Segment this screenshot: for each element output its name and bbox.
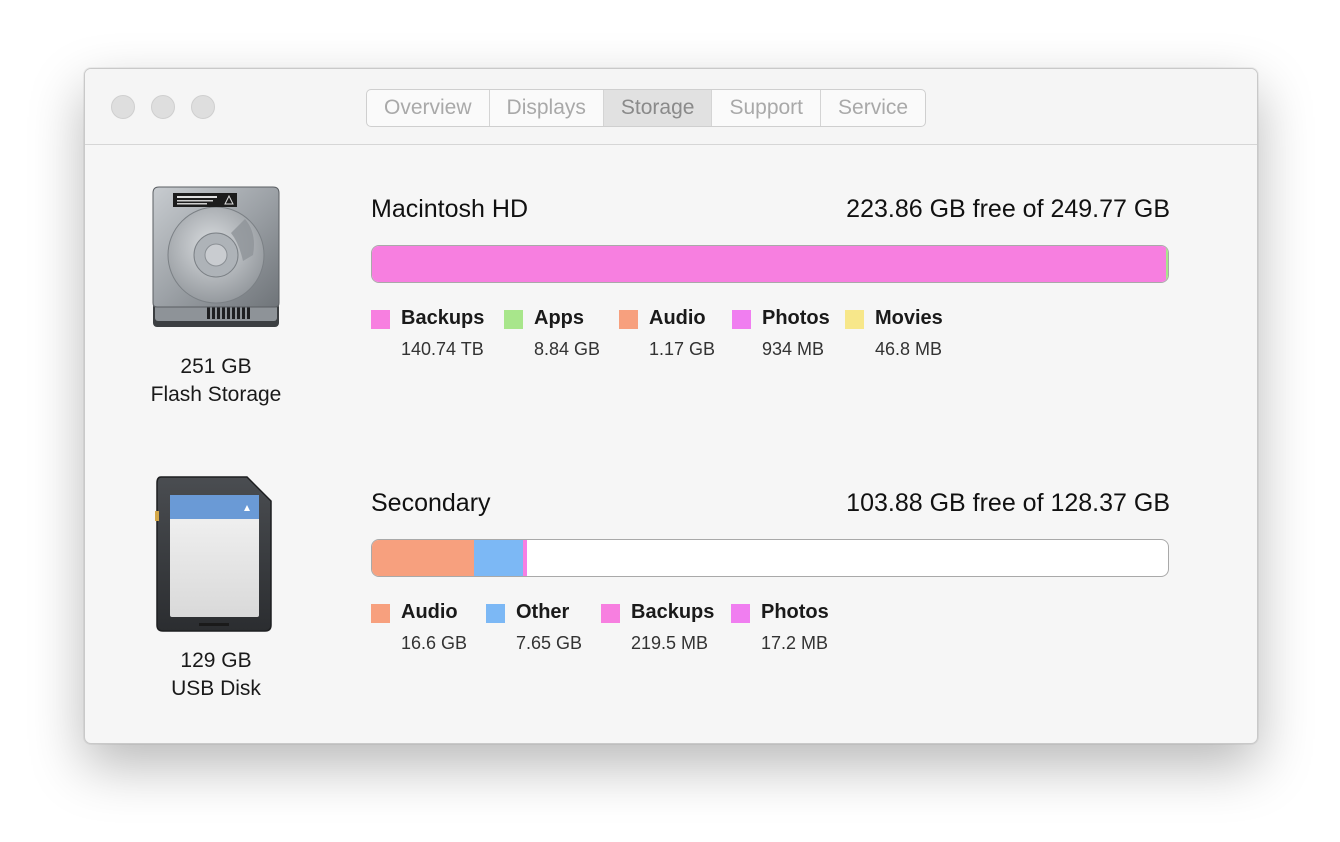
storage-window: Overview Displays Storage Support Servic…: [84, 68, 1258, 744]
legend-value: 16.6 GB: [401, 633, 468, 653]
volume-name: Secondary: [371, 489, 491, 517]
legend-swatch: [732, 310, 751, 329]
legend-label: Audio: [401, 601, 458, 623]
tab-bar: Overview Displays Storage Support Servic…: [366, 89, 927, 127]
device-capacity: 129 GB: [180, 649, 252, 672]
legend-value: 8.84 GB: [534, 339, 601, 359]
legend-value: 934 MB: [762, 339, 825, 359]
legend-label: Backups: [401, 307, 485, 329]
device-type: Flash Storage: [150, 383, 282, 406]
legend-value: 17.2 MB: [761, 633, 829, 653]
legend-swatch: [371, 604, 390, 623]
legend-swatch: [619, 310, 638, 329]
device-capacity: 251 GB: [180, 355, 252, 378]
tab-overview[interactable]: Overview: [367, 90, 490, 126]
tab-support[interactable]: Support: [712, 90, 822, 126]
usage-segment-audio: [372, 540, 474, 576]
title-bar: Overview Displays Storage Support Servic…: [85, 69, 1257, 145]
legend-label: Audio: [649, 307, 706, 329]
legend-value: 46.8 MB: [875, 339, 943, 359]
storage-legend: Backups 140.74 TB Apps 8.84 GB Audio 1.17 GB P…: [371, 307, 1071, 367]
zoom-window-button[interactable]: [191, 95, 215, 119]
legend-swatch: [504, 310, 523, 329]
tab-displays[interactable]: Displays: [490, 90, 604, 126]
tab-service[interactable]: Service: [821, 90, 925, 126]
device-type: USB Disk: [171, 677, 261, 700]
volume-free-space: 103.88 GB free of 128.37 GB: [846, 489, 1170, 517]
legend-value: 7.65 GB: [516, 633, 583, 653]
legend-label: Apps: [534, 307, 584, 329]
volume-name: Macintosh HD: [371, 195, 528, 223]
legend-value: 140.74 TB: [401, 339, 484, 359]
legend-swatch: [601, 604, 620, 623]
device-info-flash: 251 GB Flash Storage: [86, 353, 346, 409]
usage-segment-other: [473, 540, 524, 576]
device-info-usb: 129 GB USB Disk: [86, 647, 346, 703]
sd-card-icon: [155, 476, 272, 632]
legend-swatch: [486, 604, 505, 623]
close-window-button[interactable]: [111, 95, 135, 119]
legend-label: Photos: [761, 601, 829, 623]
legend-value: 1.17 GB: [649, 339, 716, 359]
storage-usage-bar: [371, 245, 1169, 283]
legend-label: Movies: [875, 307, 943, 329]
usage-segment-photos: [525, 540, 527, 576]
storage-usage-bar: [371, 539, 1169, 577]
legend-swatch: [371, 310, 390, 329]
usage-segment-apps: [1165, 246, 1168, 282]
volume-free-space: 223.86 GB free of 249.77 GB: [846, 195, 1170, 223]
legend-label: Backups: [631, 601, 715, 623]
legend-label: Photos: [762, 307, 830, 329]
storage-legend: Audio 16.6 GB Other 7.65 GB Backups 219.5 MB P…: [371, 601, 1071, 661]
hard-drive-icon: [152, 186, 280, 327]
tab-storage[interactable]: Storage: [603, 90, 713, 126]
legend-value: 219.5 MB: [631, 633, 709, 653]
legend-swatch: [731, 604, 750, 623]
usage-segment-backups: [372, 246, 1166, 282]
minimize-window-button[interactable]: [151, 95, 175, 119]
legend-label: Other: [516, 601, 570, 623]
legend-swatch: [845, 310, 864, 329]
